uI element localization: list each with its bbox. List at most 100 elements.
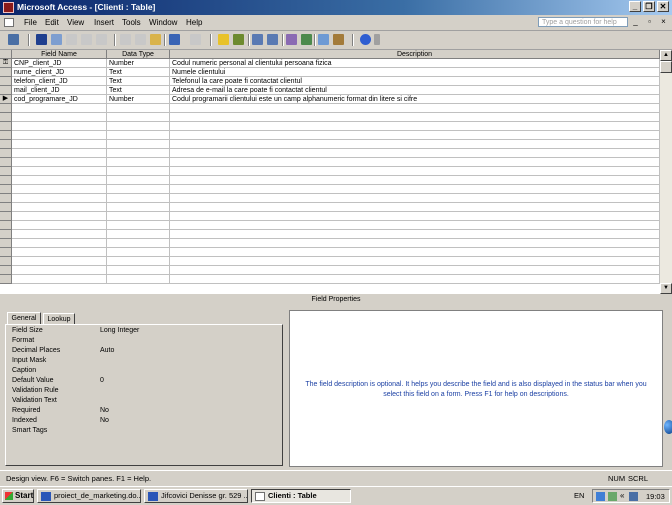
speaker-icon[interactable] xyxy=(608,492,617,501)
column-header-data-type[interactable]: Data Type xyxy=(107,50,170,59)
empty-cell[interactable] xyxy=(12,140,107,149)
doc-restore-button[interactable]: ▫ xyxy=(645,18,654,27)
insert-rows-icon[interactable] xyxy=(252,34,263,45)
empty-row[interactable] xyxy=(0,275,660,284)
empty-row[interactable] xyxy=(0,176,660,185)
empty-row[interactable] xyxy=(0,248,660,257)
empty-cell[interactable] xyxy=(107,266,170,275)
row-selector[interactable] xyxy=(0,113,12,122)
primary-key-icon[interactable]: ⚿ xyxy=(0,59,12,68)
empty-cell[interactable] xyxy=(12,221,107,230)
doc-minimize-button[interactable]: _ xyxy=(631,18,640,27)
row-selector[interactable] xyxy=(0,176,12,185)
row-selector[interactable] xyxy=(0,257,12,266)
print-preview-icon[interactable] xyxy=(81,34,92,45)
property-value[interactable]: Auto xyxy=(100,347,114,354)
language-indicator[interactable]: EN xyxy=(574,491,584,500)
menu-insert[interactable]: Insert xyxy=(94,18,114,27)
redo-icon[interactable] xyxy=(190,34,201,45)
row-selector[interactable] xyxy=(0,122,12,131)
tab-lookup[interactable]: Lookup xyxy=(43,313,75,324)
print-icon[interactable] xyxy=(66,34,77,45)
empty-cell[interactable] xyxy=(107,149,170,158)
description-cell[interactable]: Adresa de e-mail la care poate fi contac… xyxy=(170,86,660,95)
copy-icon[interactable] xyxy=(135,34,146,45)
primary-key-icon[interactable] xyxy=(218,34,229,45)
column-header-description[interactable]: Description xyxy=(170,50,660,59)
empty-row[interactable] xyxy=(0,212,660,221)
monitor-icon[interactable] xyxy=(629,492,638,501)
row-selector[interactable] xyxy=(0,158,12,167)
row-selector[interactable] xyxy=(0,239,12,248)
empty-cell[interactable] xyxy=(170,248,660,257)
row-selector[interactable] xyxy=(0,167,12,176)
property-value[interactable]: 0 xyxy=(100,377,104,384)
row-selector[interactable] xyxy=(0,140,12,149)
empty-row[interactable] xyxy=(0,122,660,131)
empty-cell[interactable] xyxy=(170,149,660,158)
description-cell[interactable]: Telefonul la care poate fi contactat cli… xyxy=(170,77,660,86)
empty-cell[interactable] xyxy=(12,266,107,275)
restore-button[interactable]: ❐ xyxy=(643,1,655,12)
row-selector[interactable] xyxy=(0,77,12,86)
empty-cell[interactable] xyxy=(170,230,660,239)
empty-row[interactable] xyxy=(0,257,660,266)
empty-cell[interactable] xyxy=(12,104,107,113)
field-name-cell[interactable]: nume_client_JD xyxy=(12,68,107,77)
table-row[interactable]: telefon_client_JD Text Telefonul la care… xyxy=(0,77,660,86)
empty-cell[interactable] xyxy=(170,212,660,221)
row-selector[interactable] xyxy=(0,149,12,158)
row-selector[interactable] xyxy=(0,86,12,95)
row-selector[interactable] xyxy=(0,221,12,230)
data-type-cell[interactable]: Text xyxy=(107,68,170,77)
save-icon[interactable] xyxy=(36,34,47,45)
empty-cell[interactable] xyxy=(107,131,170,140)
empty-row[interactable] xyxy=(0,266,660,275)
menu-file[interactable]: File xyxy=(24,18,37,27)
field-name-cell[interactable]: CNP_client_JD xyxy=(12,59,107,68)
properties-icon[interactable] xyxy=(286,34,297,45)
indexes-icon[interactable] xyxy=(233,34,244,45)
empty-cell[interactable] xyxy=(107,221,170,230)
empty-cell[interactable] xyxy=(12,131,107,140)
tab-general[interactable]: General xyxy=(7,312,41,324)
undo-icon[interactable] xyxy=(169,34,180,45)
empty-row[interactable] xyxy=(0,131,660,140)
taskbar-item-access[interactable]: Clienti : Table xyxy=(251,489,351,503)
empty-cell[interactable] xyxy=(170,194,660,203)
empty-cell[interactable] xyxy=(170,203,660,212)
empty-cell[interactable] xyxy=(170,113,660,122)
empty-cell[interactable] xyxy=(12,185,107,194)
empty-cell[interactable] xyxy=(107,275,170,284)
row-selector[interactable] xyxy=(0,131,12,140)
cut-icon[interactable] xyxy=(120,34,131,45)
empty-cell[interactable] xyxy=(107,176,170,185)
view-icon[interactable] xyxy=(8,34,19,45)
menu-view[interactable]: View xyxy=(67,18,84,27)
empty-cell[interactable] xyxy=(12,149,107,158)
tray-expand-chevron-icon[interactable]: « xyxy=(620,491,624,500)
data-type-cell[interactable]: Text xyxy=(107,77,170,86)
empty-cell[interactable] xyxy=(12,194,107,203)
empty-cell[interactable] xyxy=(107,122,170,131)
empty-row[interactable] xyxy=(0,113,660,122)
empty-cell[interactable] xyxy=(107,158,170,167)
new-object-icon[interactable] xyxy=(333,34,344,45)
data-type-cell[interactable]: Text xyxy=(107,86,170,95)
description-cell[interactable]: Codul programarii clientului este un cam… xyxy=(170,95,660,104)
description-cell[interactable]: Numele clientului xyxy=(170,68,660,77)
column-header-field-name[interactable]: Field Name xyxy=(12,50,107,59)
empty-cell[interactable] xyxy=(107,140,170,149)
description-cell[interactable]: Codul numeric personal al clientului per… xyxy=(170,59,660,68)
empty-cell[interactable] xyxy=(107,257,170,266)
clock[interactable]: 19:03 xyxy=(646,492,665,501)
empty-cell[interactable] xyxy=(170,239,660,248)
minimize-button[interactable]: _ xyxy=(629,1,641,12)
property-value[interactable]: No xyxy=(100,407,109,414)
row-selector[interactable] xyxy=(0,203,12,212)
empty-cell[interactable] xyxy=(12,158,107,167)
empty-cell[interactable] xyxy=(107,194,170,203)
empty-row[interactable] xyxy=(0,203,660,212)
field-name-cell[interactable]: cod_programare_JD xyxy=(12,95,107,104)
empty-cell[interactable] xyxy=(12,275,107,284)
